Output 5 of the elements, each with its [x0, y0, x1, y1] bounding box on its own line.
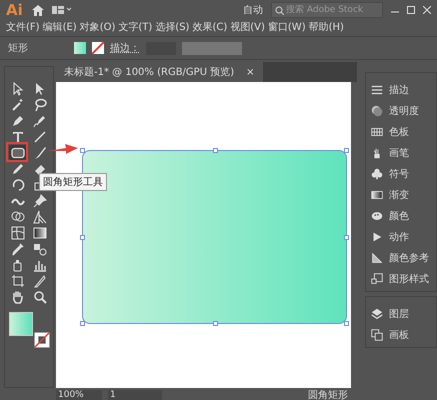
status-text: 圆角矩形 — [308, 389, 348, 400]
app-logo: Ai — [6, 1, 24, 19]
document-title: 未标题-1* @ 100% (RGB/GPU 预览) — [64, 66, 234, 79]
tooltip: 圆角矩形工具 — [39, 173, 107, 191]
object-type-label: 矩形 — [8, 42, 29, 55]
